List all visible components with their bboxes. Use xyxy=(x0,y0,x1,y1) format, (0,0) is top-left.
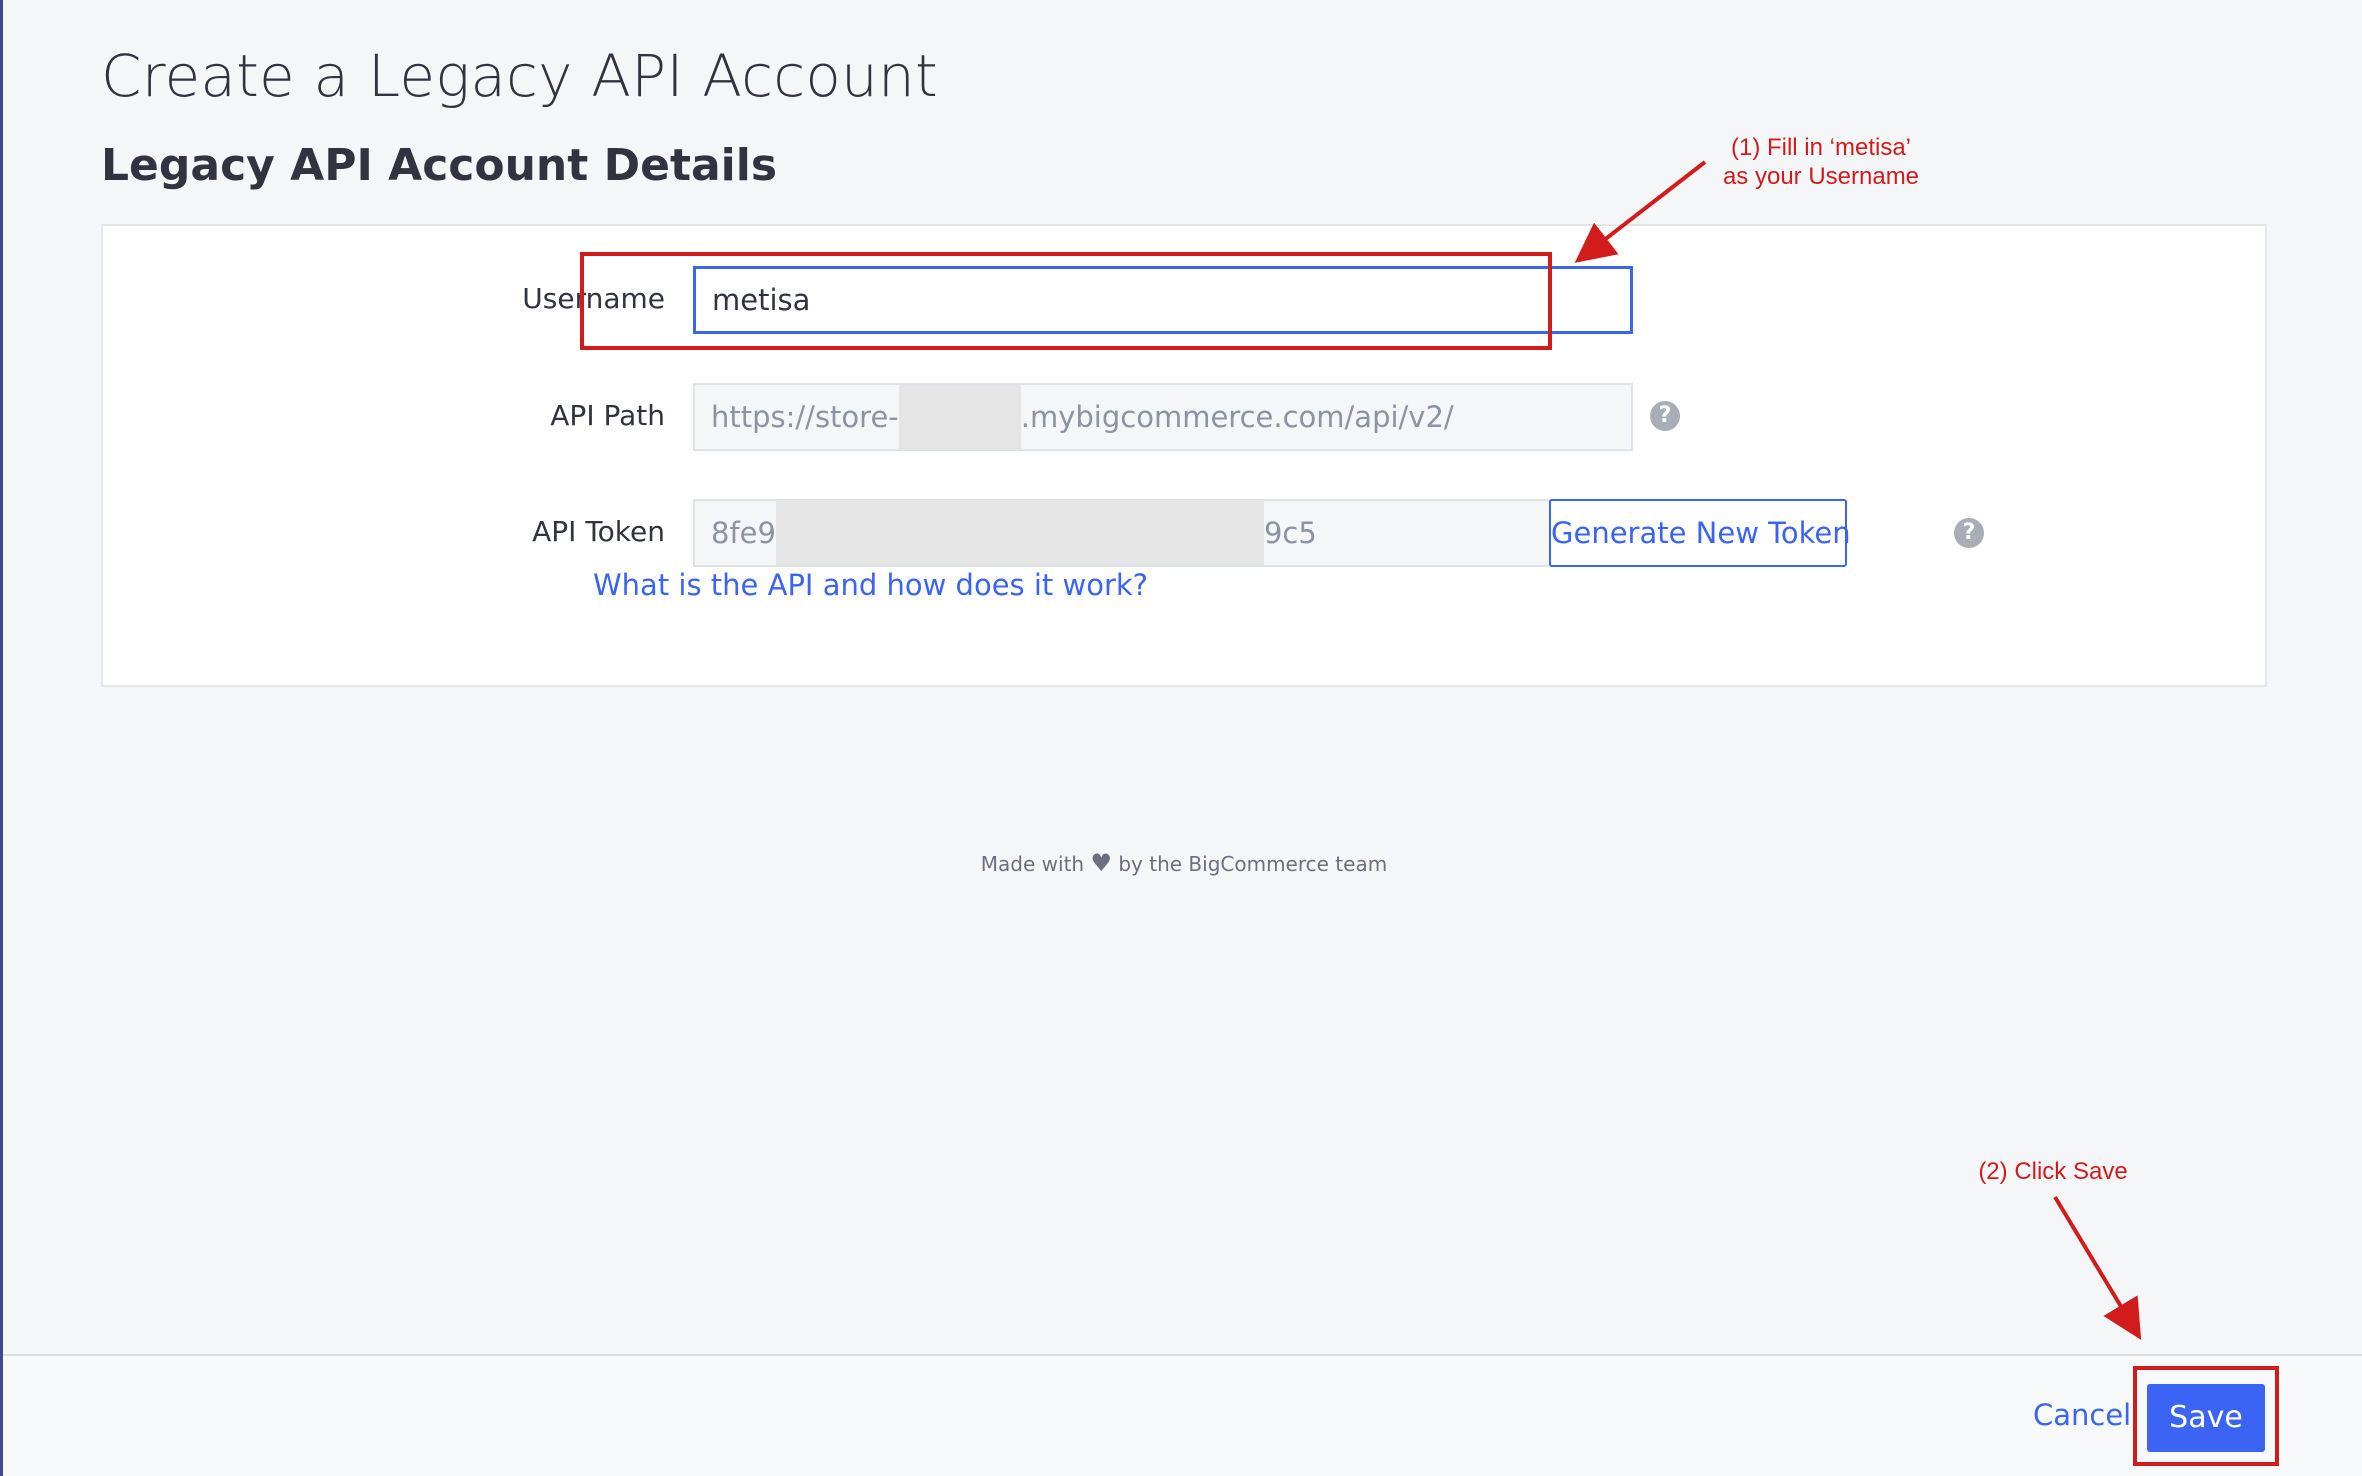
annotation-arrows xyxy=(1574,160,2142,1340)
arrow-to-save xyxy=(2053,1195,2142,1340)
arrow-to-username xyxy=(1574,160,1707,263)
page: Create a Legacy API Account Legacy API A… xyxy=(0,0,2362,1476)
